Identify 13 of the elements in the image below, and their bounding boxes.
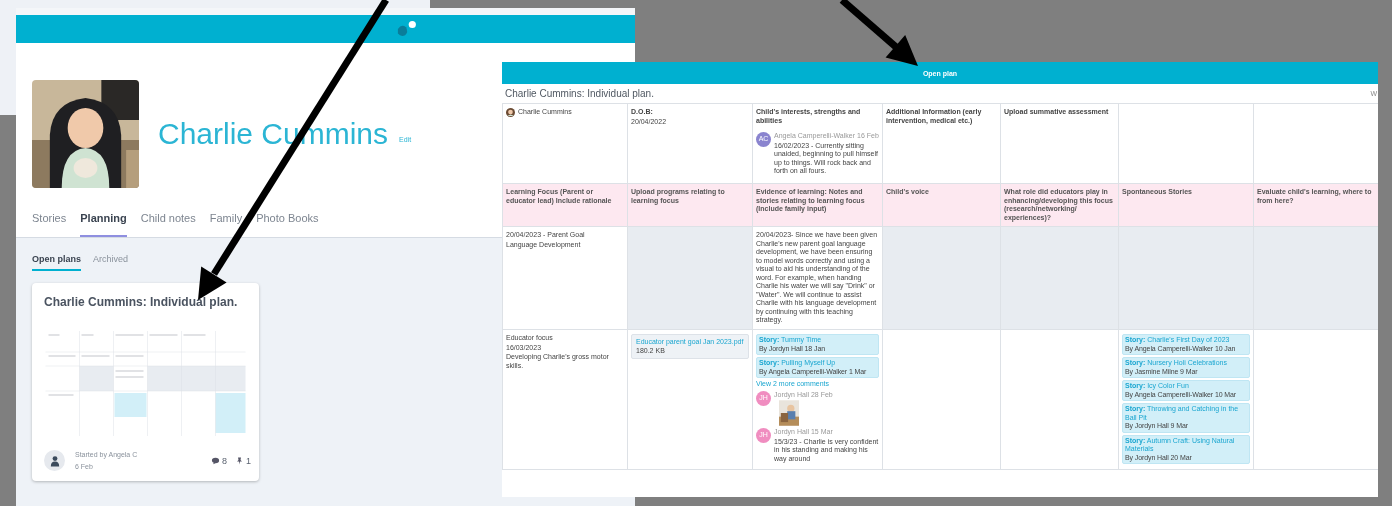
plan-filter-tab[interactable]: Archived bbox=[93, 254, 129, 271]
pin-icon bbox=[235, 456, 244, 465]
plan-filter-tab[interactable]: Open plans bbox=[32, 254, 81, 271]
plan-title: Charlie Cummins: Individual plan. bbox=[44, 295, 239, 309]
profile-tab[interactable]: Child notes bbox=[140, 212, 196, 237]
comment-count: 8 bbox=[221, 455, 227, 466]
comment-icon bbox=[210, 456, 220, 465]
profile-tab[interactable]: Photo Books bbox=[256, 212, 319, 237]
plan-title: Charlie Cummins: Individual plan. bbox=[505, 88, 654, 99]
pin-count: 1 bbox=[246, 455, 251, 466]
profile-tab[interactable]: Family bbox=[209, 212, 243, 237]
profile-tab[interactable]: Stories bbox=[32, 212, 67, 237]
user-avatar-icon bbox=[44, 450, 65, 471]
